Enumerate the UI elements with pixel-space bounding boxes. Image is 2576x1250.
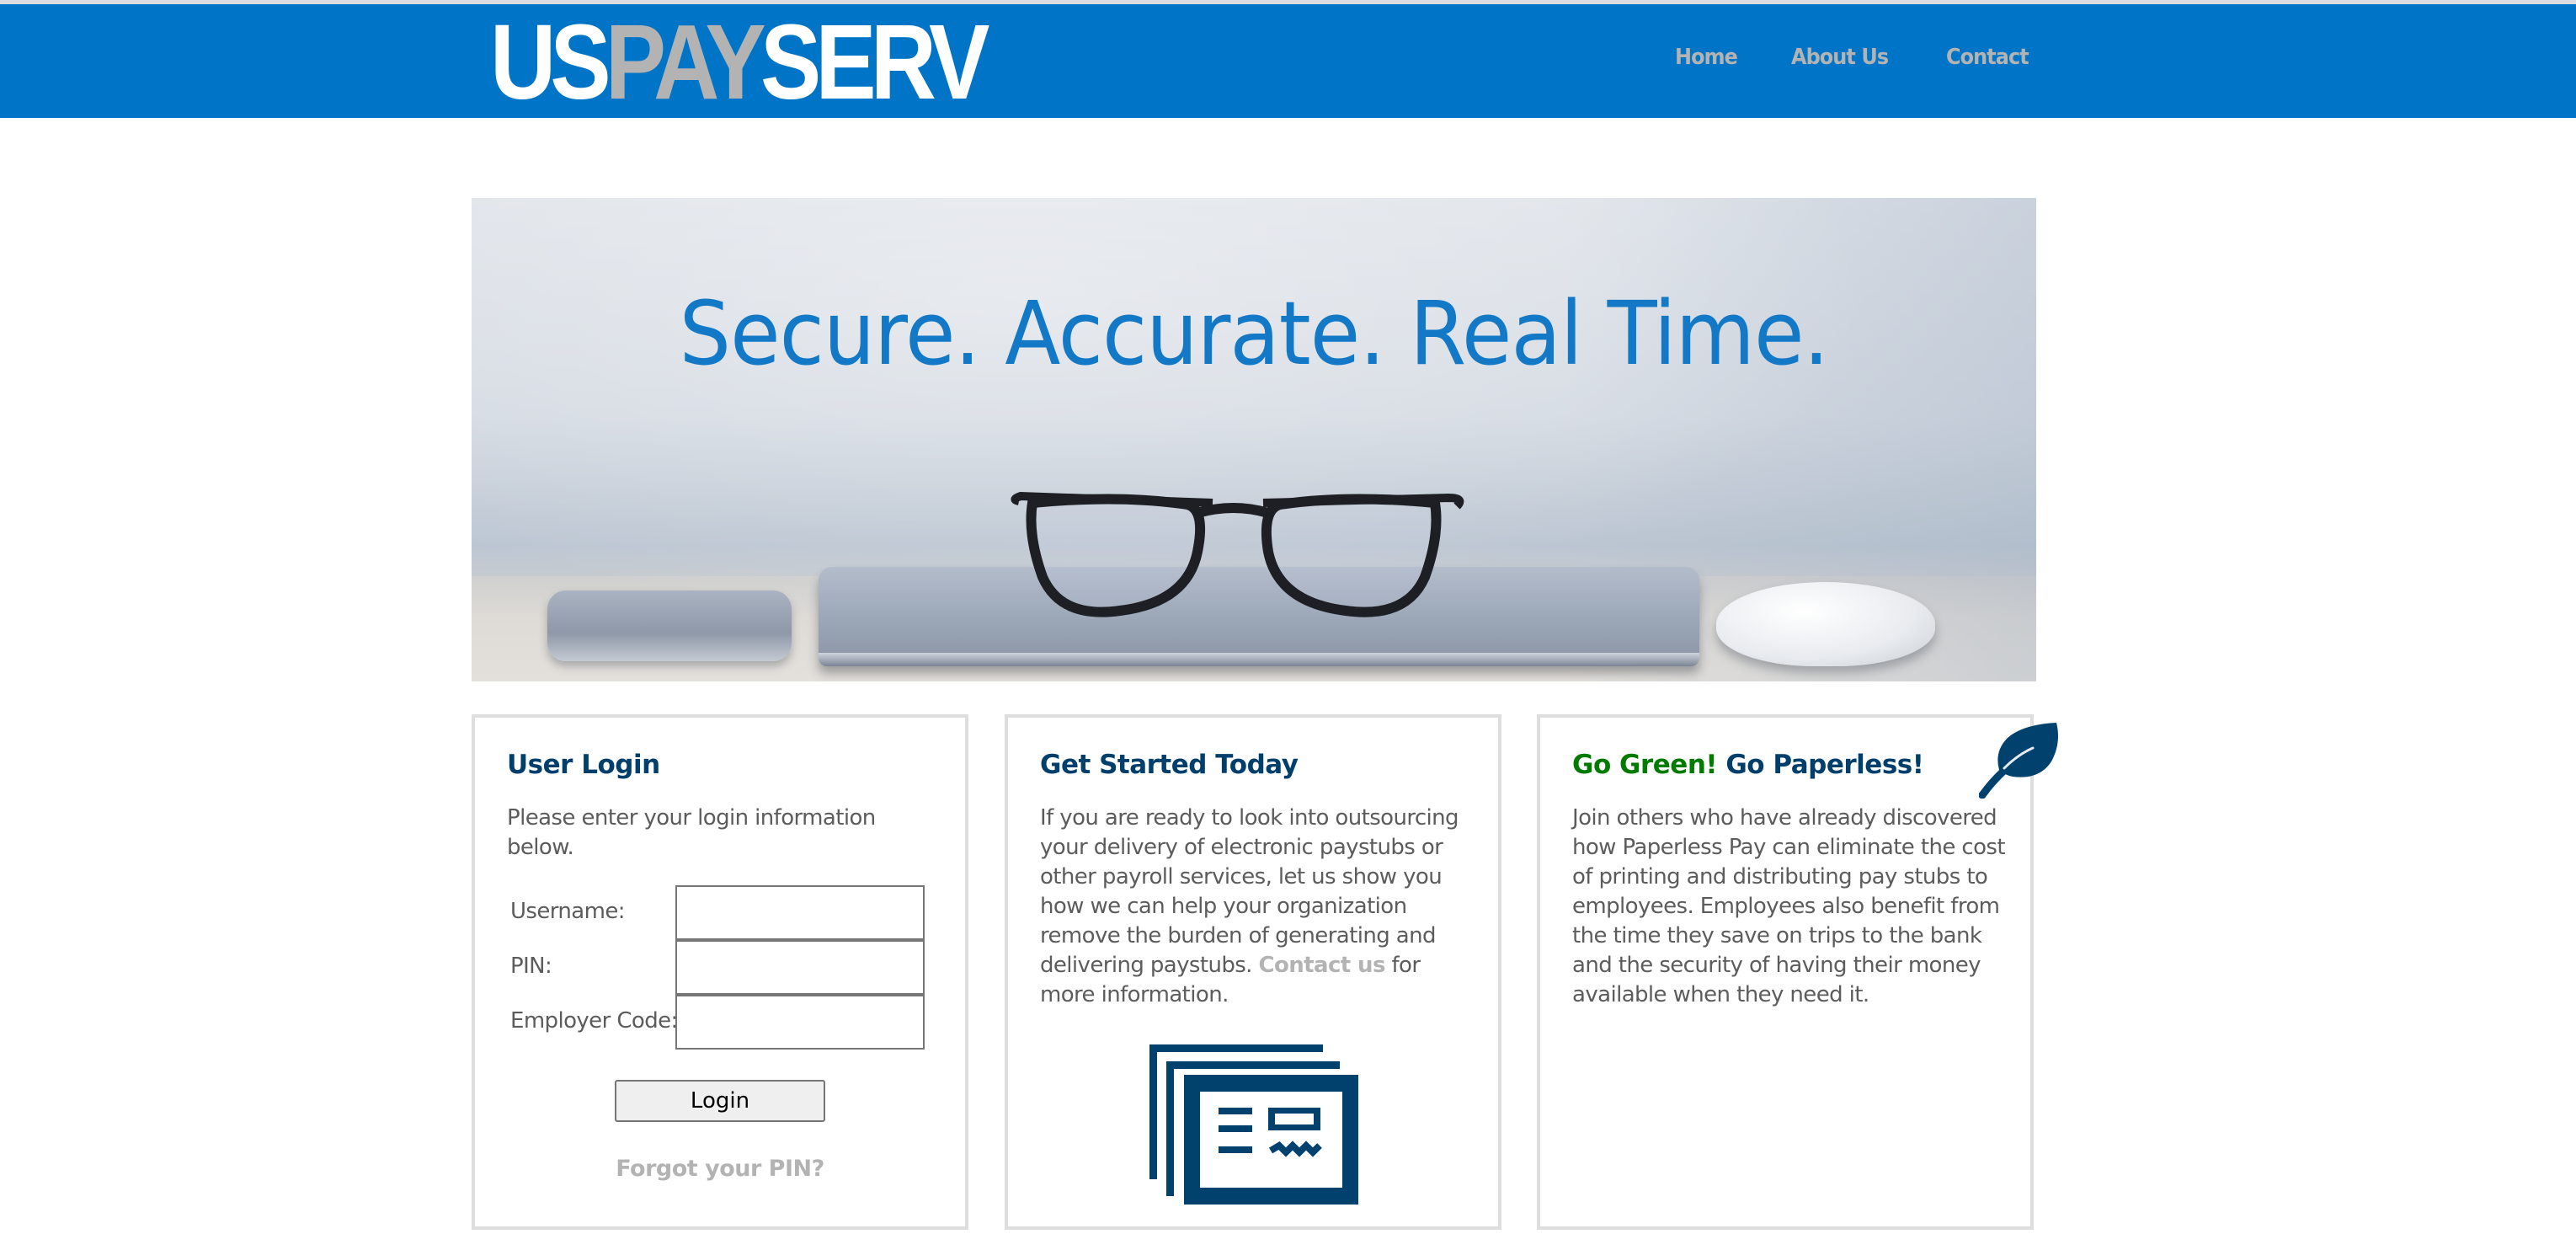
- username-input[interactable]: [675, 885, 925, 940]
- pin-label: PIN:: [510, 954, 552, 979]
- paperless-panel: Go Green! Go Paperless! Join others who …: [1537, 714, 2034, 1230]
- logo-serv: SERV: [760, 3, 989, 121]
- hero-glasses-image: [1011, 491, 1464, 617]
- get-started-title: Get Started Today: [1040, 750, 1299, 780]
- paystub-stack-icon: [1149, 1044, 1358, 1205]
- nav-about-us[interactable]: About Us: [1791, 45, 1889, 70]
- logo-us: US: [490, 3, 611, 121]
- contact-us-link[interactable]: Contact us: [1259, 953, 1386, 978]
- paperless-body: Join others who have already discovered …: [1572, 805, 2006, 1007]
- username-label: Username:: [510, 899, 626, 924]
- go-green-text: Go Green!: [1572, 750, 1718, 780]
- site-header: USPAYSERV Home About Us Contact: [0, 4, 2576, 118]
- forgot-pin-link[interactable]: Forgot your PIN?: [475, 1156, 965, 1182]
- pin-input[interactable]: [675, 940, 925, 995]
- nav-contact[interactable]: Contact: [1946, 45, 2029, 70]
- nav-home[interactable]: Home: [1675, 45, 1738, 70]
- get-started-body: If you are ready to look into outsourcin…: [1040, 804, 1469, 1010]
- go-paperless-text: Go Paperless!: [1717, 750, 1924, 780]
- hero-mouse-image: [1716, 582, 1935, 666]
- site-logo[interactable]: USPAYSERV: [490, 9, 989, 115]
- login-title: User Login: [507, 750, 660, 780]
- employer-code-input[interactable]: [675, 995, 925, 1050]
- hero-laptop-edge: [819, 653, 1699, 666]
- hero-tagline: Secure. Accurate. Real Time.: [679, 282, 1830, 385]
- login-panel: User Login Please enter your login infor…: [472, 714, 968, 1230]
- logo-pay: PAY: [605, 3, 766, 121]
- employer-code-label: Employer Code:: [510, 1008, 678, 1034]
- hero-phone-image: [547, 590, 792, 661]
- hero-banner: Secure. Accurate. Real Time.: [472, 198, 2036, 681]
- get-started-panel: Get Started Today If you are ready to lo…: [1005, 714, 1501, 1230]
- paperless-title: Go Green! Go Paperless!: [1572, 750, 1924, 780]
- leaf-icon: [1979, 723, 2058, 799]
- login-intro: Please enter your login information belo…: [507, 805, 876, 860]
- login-button[interactable]: Login: [615, 1080, 825, 1122]
